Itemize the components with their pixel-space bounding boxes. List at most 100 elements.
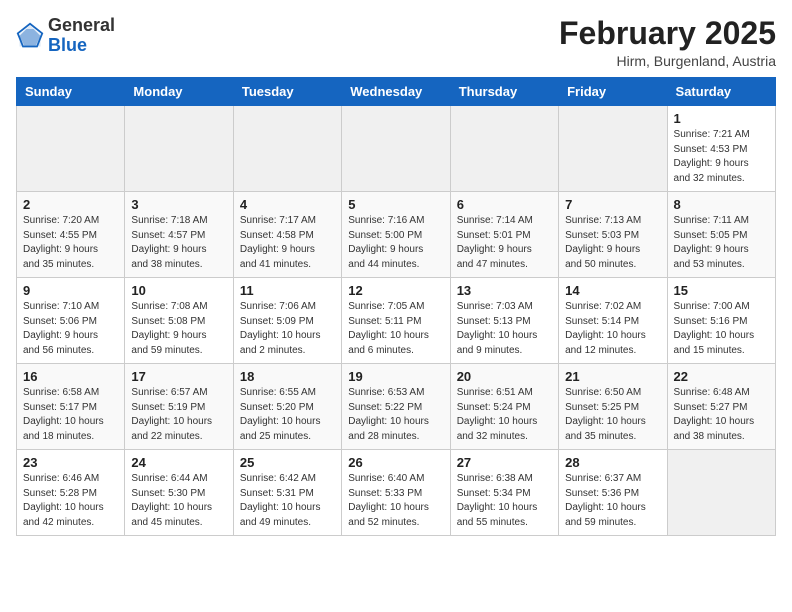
calendar-cell (125, 106, 233, 192)
calendar-cell: 22 Sunrise: 6:48 AM Sunset: 5:27 PM Dayli… (667, 364, 775, 450)
calendar-cell: 19 Sunrise: 6:53 AM Sunset: 5:22 PM Dayli… (342, 364, 450, 450)
title-block: February 2025 Hirm, Burgenland, Austria (559, 16, 776, 69)
calendar-cell (17, 106, 125, 192)
day-number: 24 (131, 455, 226, 470)
calendar-cell: 15 Sunrise: 7:00 AM Sunset: 5:16 PM Dayli… (667, 278, 775, 364)
day-info: Sunrise: 6:51 AM Sunset: 5:24 PM Dayligh… (457, 386, 552, 444)
day-info: Sunrise: 6:44 AM Sunset: 5:30 PM Dayligh… (131, 472, 226, 530)
calendar-cell (667, 450, 775, 536)
day-number: 20 (457, 369, 552, 384)
calendar-cell (450, 106, 558, 192)
calendar-cell: 24 Sunrise: 6:44 AM Sunset: 5:30 PM Dayli… (125, 450, 233, 536)
day-info: Sunrise: 6:42 AM Sunset: 5:31 PM Dayligh… (240, 472, 335, 530)
day-number: 15 (674, 283, 769, 298)
day-info: Sunrise: 7:18 AM Sunset: 4:57 PM Dayligh… (131, 214, 226, 272)
logo-blue-text: Blue (48, 35, 87, 55)
calendar-cell: 4 Sunrise: 7:17 AM Sunset: 4:58 PM Daylig… (233, 192, 341, 278)
day-number: 7 (565, 197, 660, 212)
day-number: 26 (348, 455, 443, 470)
day-number: 22 (674, 369, 769, 384)
calendar-cell (559, 106, 667, 192)
location-subtitle: Hirm, Burgenland, Austria (559, 53, 776, 69)
calendar-cell: 23 Sunrise: 6:46 AM Sunset: 5:28 PM Dayli… (17, 450, 125, 536)
day-info: Sunrise: 7:13 AM Sunset: 5:03 PM Dayligh… (565, 214, 660, 272)
calendar-cell: 1Sunrise: 7:21 AM Sunset: 4:53 PM Daylig… (667, 106, 775, 192)
day-info: Sunrise: 6:55 AM Sunset: 5:20 PM Dayligh… (240, 386, 335, 444)
day-number: 17 (131, 369, 226, 384)
day-number: 28 (565, 455, 660, 470)
day-info: Sunrise: 7:17 AM Sunset: 4:58 PM Dayligh… (240, 214, 335, 272)
calendar-header-row: SundayMondayTuesdayWednesdayThursdayFrid… (17, 78, 776, 106)
day-info: Sunrise: 6:37 AM Sunset: 5:36 PM Dayligh… (565, 472, 660, 530)
day-number: 25 (240, 455, 335, 470)
calendar-table: SundayMondayTuesdayWednesdayThursdayFrid… (16, 77, 776, 536)
day-info: Sunrise: 6:50 AM Sunset: 5:25 PM Dayligh… (565, 386, 660, 444)
header-friday: Friday (559, 78, 667, 106)
day-number: 13 (457, 283, 552, 298)
calendar-cell: 8 Sunrise: 7:11 AM Sunset: 5:05 PM Daylig… (667, 192, 775, 278)
calendar-week-1: 1Sunrise: 7:21 AM Sunset: 4:53 PM Daylig… (17, 106, 776, 192)
header-wednesday: Wednesday (342, 78, 450, 106)
day-number: 14 (565, 283, 660, 298)
day-number: 8 (674, 197, 769, 212)
day-info: Sunrise: 7:02 AM Sunset: 5:14 PM Dayligh… (565, 300, 660, 358)
day-info: Sunrise: 7:20 AM Sunset: 4:55 PM Dayligh… (23, 214, 118, 272)
calendar-cell: 13 Sunrise: 7:03 AM Sunset: 5:13 PM Dayli… (450, 278, 558, 364)
calendar-week-3: 9Sunrise: 7:10 AM Sunset: 5:06 PM Daylig… (17, 278, 776, 364)
calendar-cell: 16 Sunrise: 6:58 AM Sunset: 5:17 PM Dayli… (17, 364, 125, 450)
calendar-cell: 2 Sunrise: 7:20 AM Sunset: 4:55 PM Daylig… (17, 192, 125, 278)
header-tuesday: Tuesday (233, 78, 341, 106)
calendar-cell: 7 Sunrise: 7:13 AM Sunset: 5:03 PM Daylig… (559, 192, 667, 278)
calendar-week-4: 16 Sunrise: 6:58 AM Sunset: 5:17 PM Dayli… (17, 364, 776, 450)
day-number: 6 (457, 197, 552, 212)
day-number: 23 (23, 455, 118, 470)
day-number: 10 (131, 283, 226, 298)
day-info: Sunrise: 7:10 AM Sunset: 5:06 PM Dayligh… (23, 300, 118, 358)
day-info: Sunrise: 7:06 AM Sunset: 5:09 PM Dayligh… (240, 300, 335, 358)
day-info: Sunrise: 6:57 AM Sunset: 5:19 PM Dayligh… (131, 386, 226, 444)
calendar-cell (342, 106, 450, 192)
calendar-cell: 12 Sunrise: 7:05 AM Sunset: 5:11 PM Dayli… (342, 278, 450, 364)
day-number: 19 (348, 369, 443, 384)
calendar-cell: 25 Sunrise: 6:42 AM Sunset: 5:31 PM Dayli… (233, 450, 341, 536)
calendar-cell: 5 Sunrise: 7:16 AM Sunset: 5:00 PM Daylig… (342, 192, 450, 278)
day-info: Sunrise: 7:16 AM Sunset: 5:00 PM Dayligh… (348, 214, 443, 272)
day-info: Sunrise: 7:11 AM Sunset: 5:05 PM Dayligh… (674, 214, 769, 272)
day-info: Sunrise: 6:48 AM Sunset: 5:27 PM Dayligh… (674, 386, 769, 444)
day-number: 12 (348, 283, 443, 298)
calendar-cell: 28 Sunrise: 6:37 AM Sunset: 5:36 PM Dayli… (559, 450, 667, 536)
calendar-cell: 11 Sunrise: 7:06 AM Sunset: 5:09 PM Dayli… (233, 278, 341, 364)
header-thursday: Thursday (450, 78, 558, 106)
day-number: 27 (457, 455, 552, 470)
day-info: Sunrise: 6:40 AM Sunset: 5:33 PM Dayligh… (348, 472, 443, 530)
calendar-cell: 27 Sunrise: 6:38 AM Sunset: 5:34 PM Dayli… (450, 450, 558, 536)
calendar-cell: 20 Sunrise: 6:51 AM Sunset: 5:24 PM Dayli… (450, 364, 558, 450)
calendar-cell: 6 Sunrise: 7:14 AM Sunset: 5:01 PM Daylig… (450, 192, 558, 278)
day-number: 21 (565, 369, 660, 384)
day-info: Sunrise: 7:00 AM Sunset: 5:16 PM Dayligh… (674, 300, 769, 358)
day-number: 2 (23, 197, 118, 212)
calendar-week-5: 23 Sunrise: 6:46 AM Sunset: 5:28 PM Dayli… (17, 450, 776, 536)
calendar-cell: 14 Sunrise: 7:02 AM Sunset: 5:14 PM Dayli… (559, 278, 667, 364)
day-number: 5 (348, 197, 443, 212)
day-info: Sunrise: 6:38 AM Sunset: 5:34 PM Dayligh… (457, 472, 552, 530)
calendar-cell: 3Sunrise: 7:18 AM Sunset: 4:57 PM Daylig… (125, 192, 233, 278)
day-number: 1 (674, 111, 769, 126)
logo-general-text: General (48, 15, 115, 35)
calendar-cell: 26 Sunrise: 6:40 AM Sunset: 5:33 PM Dayli… (342, 450, 450, 536)
calendar-cell: 9Sunrise: 7:10 AM Sunset: 5:06 PM Daylig… (17, 278, 125, 364)
day-info: Sunrise: 7:14 AM Sunset: 5:01 PM Dayligh… (457, 214, 552, 272)
calendar-week-2: 2 Sunrise: 7:20 AM Sunset: 4:55 PM Daylig… (17, 192, 776, 278)
day-info: Sunrise: 6:53 AM Sunset: 5:22 PM Dayligh… (348, 386, 443, 444)
day-number: 11 (240, 283, 335, 298)
month-title: February 2025 (559, 16, 776, 51)
logo: General Blue (16, 16, 115, 56)
day-info: Sunrise: 7:03 AM Sunset: 5:13 PM Dayligh… (457, 300, 552, 358)
day-info: Sunrise: 6:46 AM Sunset: 5:28 PM Dayligh… (23, 472, 118, 530)
calendar-cell: 18Sunrise: 6:55 AM Sunset: 5:20 PM Dayli… (233, 364, 341, 450)
day-info: Sunrise: 7:05 AM Sunset: 5:11 PM Dayligh… (348, 300, 443, 358)
day-info: Sunrise: 6:58 AM Sunset: 5:17 PM Dayligh… (23, 386, 118, 444)
day-number: 4 (240, 197, 335, 212)
day-number: 16 (23, 369, 118, 384)
header-sunday: Sunday (17, 78, 125, 106)
